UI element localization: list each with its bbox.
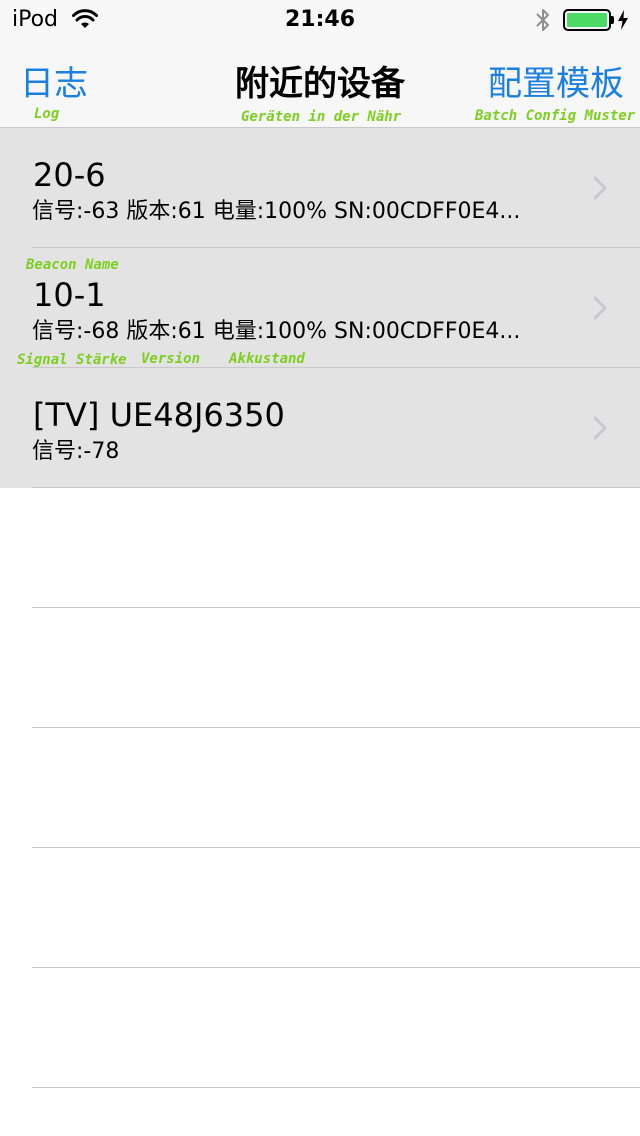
empty-row: [0, 848, 640, 968]
chevron-right-icon: [593, 296, 607, 320]
annotation-battery: Akkustand: [229, 351, 305, 367]
device-row[interactable]: [TV] UE48J6350 信号:-78: [0, 368, 640, 488]
device-detail: 信号:-78: [32, 439, 120, 464]
annotation-version: Version: [141, 351, 201, 367]
empty-row: [0, 968, 640, 1088]
bluetooth-icon: [536, 9, 549, 31]
device-detail: 信号:-68 版本:61 电量:100% SN:00CDFF0E4...: [32, 319, 521, 344]
battery-tip: [611, 16, 614, 24]
chevron-right-icon: [593, 176, 607, 200]
annotation-signal: Signal Stärke: [17, 352, 127, 368]
status-bar: iPod 21:46: [0, 0, 640, 40]
chevron-right-icon: [593, 416, 607, 440]
config-template-button[interactable]: 配置模板: [488, 62, 624, 106]
charging-bolt-icon: [618, 10, 628, 30]
annotation-log: Log: [34, 106, 60, 122]
device-name: 10-1: [33, 276, 106, 314]
device-detail: 信号:-63 版本:61 电量:100% SN:00CDFF0E4...: [32, 199, 521, 224]
annotation-title: Geräten in der Nähr: [241, 109, 402, 125]
device-row[interactable]: 20-6 信号:-63 版本:61 电量:100% SN:00CDFF0E4..…: [0, 128, 640, 248]
annotation-beacon-name: Beacon Name: [26, 257, 119, 273]
battery-level: [567, 13, 607, 27]
battery-icon: [563, 9, 611, 31]
empty-row: [0, 608, 640, 728]
device-name: 20-6: [33, 156, 106, 194]
device-name: [TV] UE48J6350: [33, 396, 285, 434]
empty-row: [0, 728, 640, 848]
empty-row: [0, 488, 640, 608]
annotation-config: Batch Config Muster: [475, 108, 636, 124]
